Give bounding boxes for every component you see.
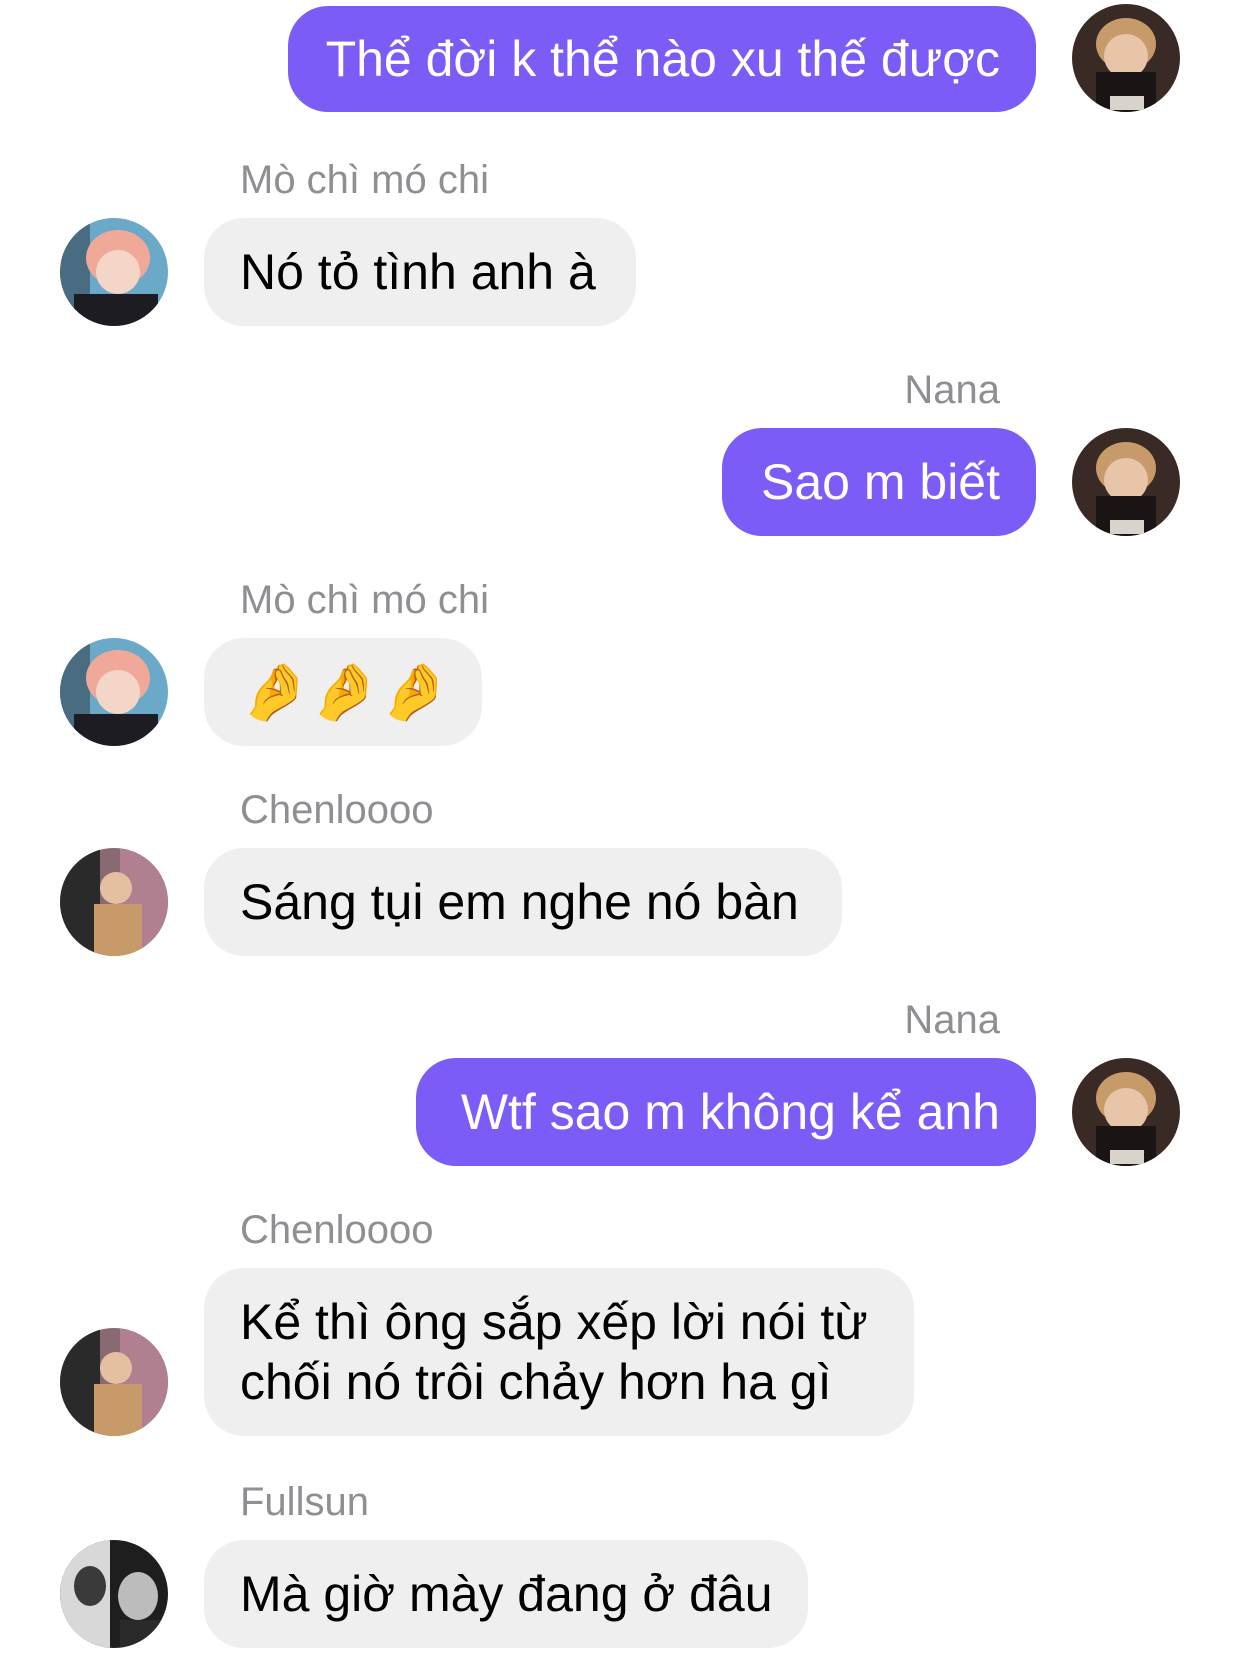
message-bubble-outgoing[interactable]: Wtf sao m không kể anh — [416, 1058, 1036, 1166]
sender-name: Nana — [904, 368, 1000, 412]
sender-name: Nana — [904, 998, 1000, 1042]
avatar-nana-image — [1072, 1058, 1180, 1166]
message-text: Nó tỏ tình anh à — [240, 244, 596, 300]
avatar-nana[interactable] — [1072, 428, 1180, 536]
avatar-pink-hair[interactable] — [60, 638, 168, 746]
message-bubble-incoming[interactable]: Mà giờ mày đang ở đâu — [204, 1540, 808, 1648]
avatar-chenle[interactable] — [60, 848, 168, 956]
message-text: 🤌🤌🤌 — [240, 660, 450, 723]
avatar-fullsun-image — [60, 1540, 168, 1648]
avatar-fullsun[interactable] — [60, 1540, 168, 1648]
avatar-pink-hair-image — [60, 218, 168, 326]
message-bubble-incoming[interactable]: Sáng tụi em nghe nó bàn — [204, 848, 842, 956]
avatar-chenle[interactable] — [60, 1328, 168, 1436]
avatar-chenle-image — [60, 848, 168, 956]
message-bubble-incoming[interactable]: Nó tỏ tình anh à — [204, 218, 636, 326]
avatar-pink-hair[interactable] — [60, 218, 168, 326]
message-bubble-incoming[interactable]: Kể thì ông sắp xếp lời nói từ chối nó tr… — [204, 1268, 914, 1436]
message-bubble-incoming[interactable]: 🤌🤌🤌 — [204, 638, 482, 746]
message-text: Thể đời k thể nào xu thế được — [325, 31, 1000, 87]
sender-name: Chenloooo — [240, 788, 434, 832]
message-text: Wtf sao m không kể anh — [460, 1084, 1000, 1140]
message-bubble-outgoing[interactable]: Sao m biết — [722, 428, 1036, 536]
message-text: Mà giờ mày đang ở đâu — [240, 1566, 773, 1622]
message-text: Sáng tụi em nghe nó bàn — [240, 874, 799, 930]
avatar-nana-image — [1072, 428, 1180, 536]
avatar-chenle-image — [60, 1328, 168, 1436]
avatar-pink-hair-image — [60, 638, 168, 746]
message-text: Sao m biết — [760, 454, 1000, 510]
avatar-nana-image — [1072, 4, 1180, 112]
avatar-nana[interactable] — [1072, 4, 1180, 112]
sender-name: Mò chì mó chi — [240, 158, 489, 202]
sender-name: Mò chì mó chi — [240, 578, 489, 622]
message-text-line: chối nó trôi chảy hơn ha gì — [240, 1354, 832, 1410]
message-bubble-outgoing[interactable]: Thể đời k thể nào xu thế được — [288, 6, 1036, 112]
avatar-nana[interactable] — [1072, 1058, 1180, 1166]
message-text-line: Kể thì ông sắp xếp lời nói từ — [240, 1294, 868, 1350]
sender-name: Chenloooo — [240, 1208, 434, 1252]
chat-thread: Thể đời k thể nào xu thế được Mò chì mó … — [0, 0, 1242, 1675]
sender-name: Fullsun — [240, 1480, 369, 1524]
